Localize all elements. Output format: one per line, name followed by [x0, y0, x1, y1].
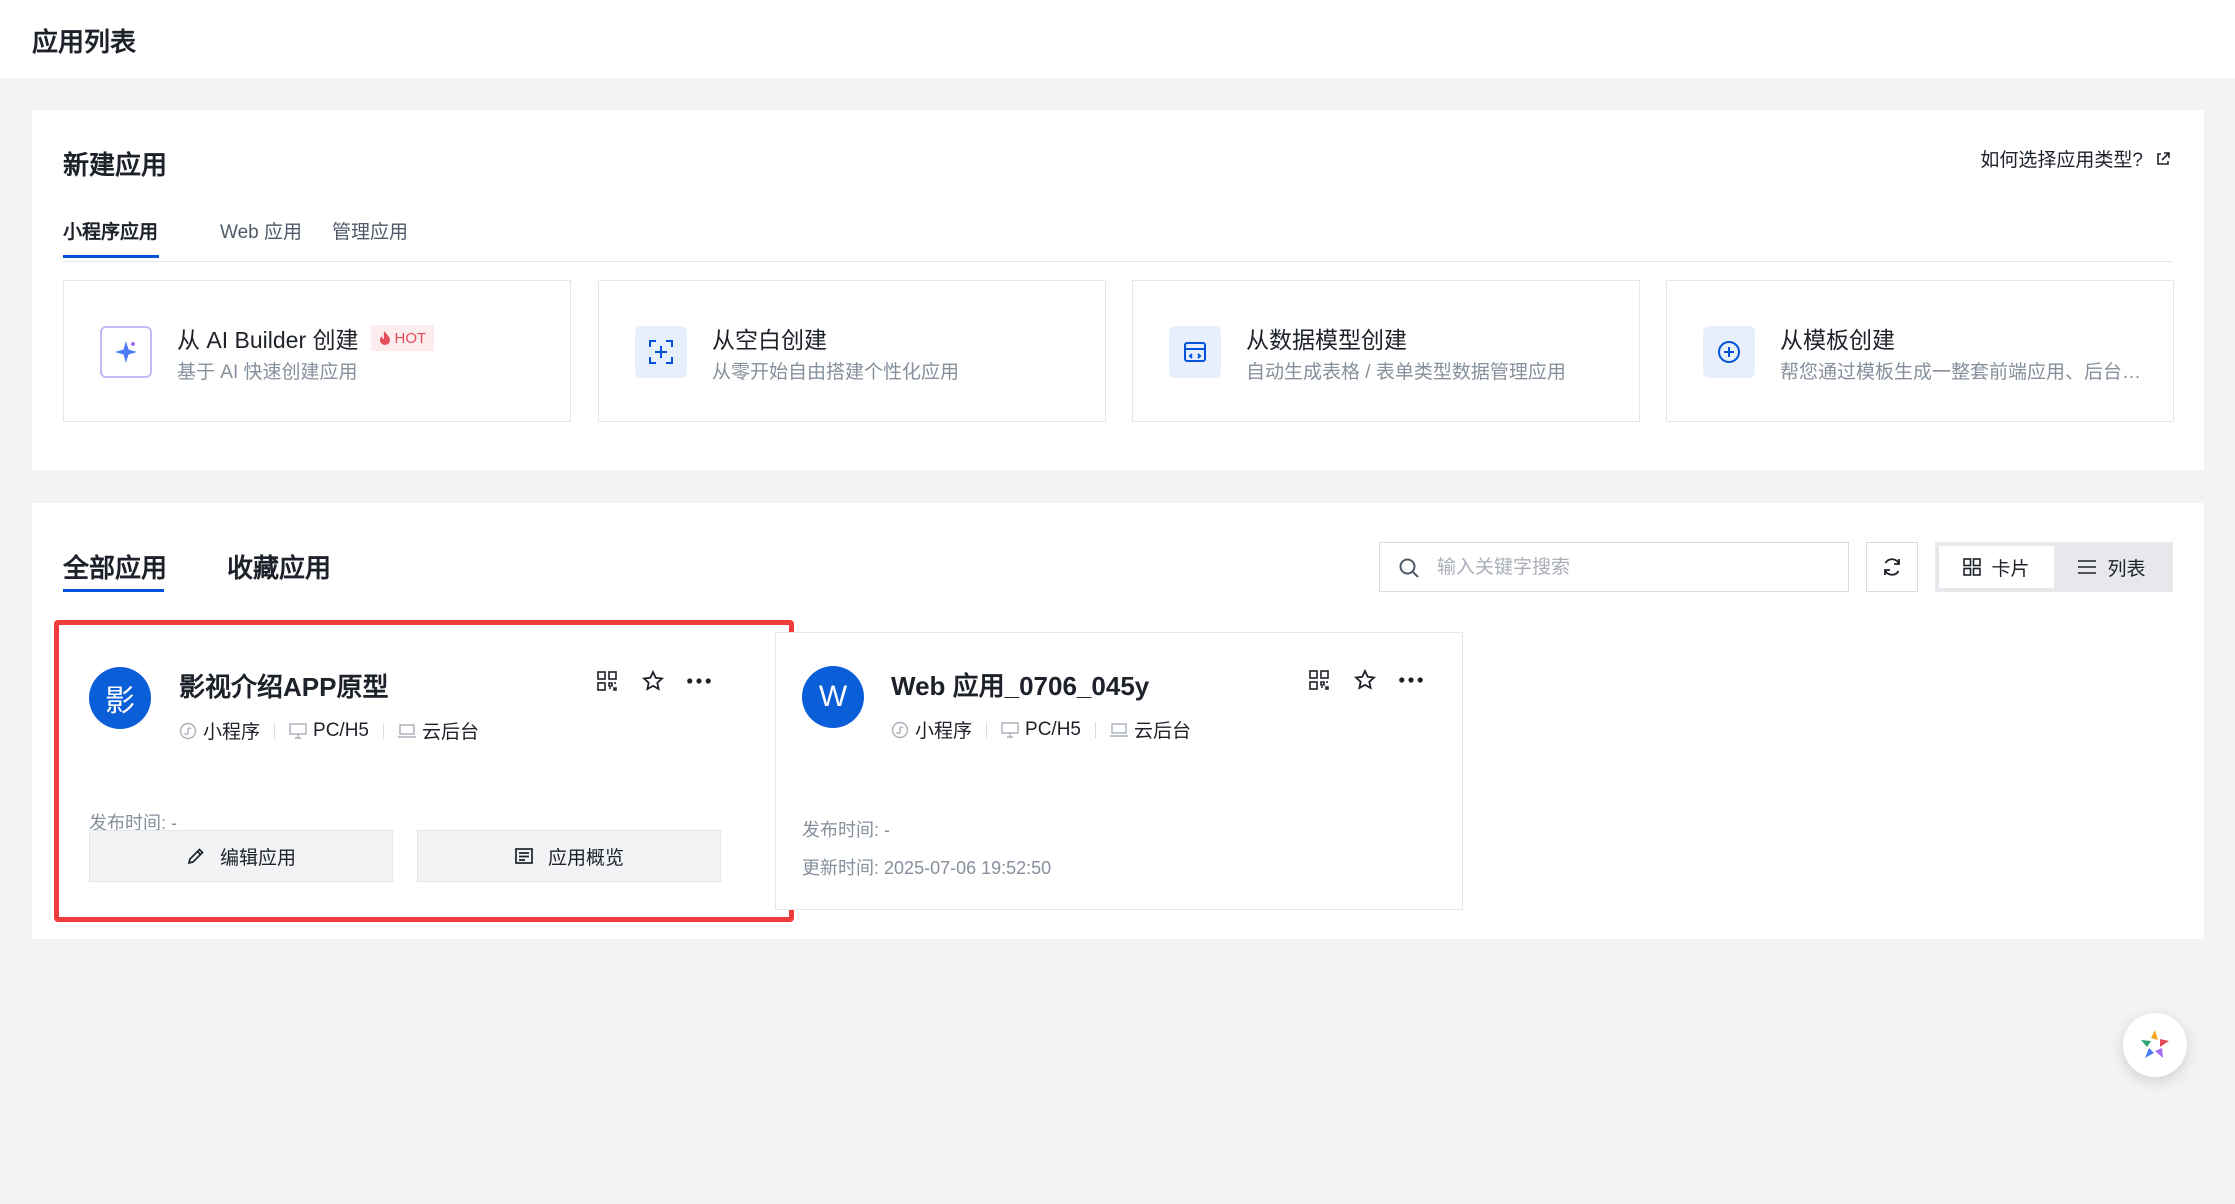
assistant-float-button[interactable] — [2123, 1013, 2187, 1077]
platform-cloud-admin: 云后台 — [397, 717, 479, 744]
tab-web-app[interactable]: Web 应用 — [220, 217, 302, 244]
app-name[interactable]: 影视介绍APP原型 — [179, 667, 388, 704]
publish-time: 发布时间: - — [802, 820, 891, 840]
more-icon[interactable] — [687, 669, 711, 693]
avatar: W — [802, 666, 864, 728]
external-link-icon — [2157, 151, 2170, 165]
assistant-logo-icon — [2141, 1030, 2169, 1058]
new-app-title: 新建应用 — [63, 150, 168, 180]
miniprogram-icon — [891, 721, 909, 738]
grid-icon — [1963, 558, 1982, 576]
app-overview-button[interactable]: 应用概览 — [417, 830, 721, 882]
monitor-icon — [289, 722, 307, 739]
create-option-desc: 帮您通过模板生成一整套前端应用、后台管理应用 — [1780, 362, 2150, 383]
create-option-title: 从模板创建 — [1780, 327, 1895, 353]
create-from-model-card[interactable]: 从数据模型创建 自动生成表格 / 表单类型数据管理应用 — [1132, 280, 1640, 422]
app-name[interactable]: Web 应用_0706_045y — [891, 666, 1149, 703]
more-icon[interactable] — [1399, 668, 1423, 692]
help-link[interactable]: 如何选择应用类型? — [1980, 145, 2171, 172]
avatar: 影 — [89, 667, 151, 729]
view-toggle: 卡片 列表 — [1935, 542, 2173, 592]
platform-pc-h5: PC/H5 — [289, 720, 369, 742]
laptop-icon — [397, 723, 416, 738]
create-from-template-card[interactable]: 从模板创建 帮您通过模板生成一整套前端应用、后台管理应用 — [1666, 280, 2174, 422]
app-card[interactable]: 影 影视介绍APP原型 小程序 PC/H5 云后台 发布时间: - 编辑应用 应… — [54, 620, 794, 922]
search-box — [1379, 542, 1849, 592]
star-icon[interactable] — [641, 669, 665, 693]
create-option-title: 从 AI Builder 创建 — [177, 327, 359, 353]
create-option-title: 从数据模型创建 — [1246, 327, 1407, 353]
platform-miniprogram: 小程序 — [891, 716, 972, 743]
platform-tags: 小程序 PC/H5 云后台 — [891, 716, 1191, 743]
hot-badge: HOT — [370, 325, 435, 351]
create-option-desc: 基于 AI 快速创建应用 — [177, 362, 358, 383]
fire-icon — [379, 331, 390, 345]
platform-pc-h5: PC/H5 — [1001, 719, 1081, 741]
create-blank-card[interactable]: 从空白创建 从零开始自由搭建个性化应用 — [598, 280, 1106, 422]
refresh-button[interactable] — [1866, 542, 1918, 592]
edit-icon — [187, 848, 204, 865]
app-type-tabs: 小程序应用 Web 应用 管理应用 — [63, 203, 2173, 262]
laptop-icon — [1109, 722, 1128, 737]
card-view-button[interactable]: 卡片 — [1939, 546, 2054, 588]
monitor-icon — [1001, 721, 1019, 738]
update-time: 更新时间: 2025-07-06 19:52:50 — [802, 858, 1052, 878]
star-icon[interactable] — [1353, 668, 1377, 692]
top-bar: 应用列表 — [0, 0, 2235, 78]
overview-icon — [515, 848, 533, 864]
qrcode-icon[interactable] — [1307, 668, 1331, 692]
create-option-desc: 自动生成表格 / 表单类型数据管理应用 — [1246, 362, 1566, 383]
list-tab-underline — [63, 589, 164, 592]
tab-underline — [63, 255, 159, 258]
platform-tags: 小程序 PC/H5 云后台 — [179, 717, 479, 744]
tab-favorite-apps[interactable]: 收藏应用 — [227, 548, 331, 585]
list-view-button[interactable]: 列表 — [2054, 546, 2169, 588]
list-icon — [2078, 560, 2097, 574]
data-model-icon — [1169, 326, 1221, 378]
platform-miniprogram: 小程序 — [179, 717, 260, 744]
platform-cloud-admin: 云后台 — [1109, 716, 1191, 743]
qrcode-icon[interactable] — [595, 669, 619, 693]
create-from-ai-card[interactable]: 从 AI Builder 创建 HOT 基于 AI 快速创建应用 — [63, 280, 571, 422]
tab-admin-app[interactable]: 管理应用 — [332, 217, 408, 244]
tab-miniprogram[interactable]: 小程序应用 — [63, 217, 158, 244]
create-option-title: 从空白创建 — [712, 327, 827, 353]
search-icon — [1399, 558, 1419, 578]
ai-sparkle-icon — [100, 326, 152, 378]
help-link-label: 如何选择应用类型? — [1980, 150, 2143, 171]
refresh-icon — [1884, 558, 1900, 576]
page-title: 应用列表 — [32, 27, 137, 57]
new-app-panel: 新建应用 如何选择应用类型? 小程序应用 Web 应用 管理应用 从 AI Bu… — [32, 110, 2204, 470]
app-card[interactable]: W Web 应用_0706_045y 小程序 PC/H5 云后台 发布时间: -… — [775, 632, 1463, 910]
edit-app-button[interactable]: 编辑应用 — [89, 830, 393, 882]
app-list-panel: 全部应用 收藏应用 卡片 列表 影 影视介绍APP原型 小程序 PC/H5 — [32, 503, 2204, 939]
create-option-desc: 从零开始自由搭建个性化应用 — [712, 362, 960, 383]
template-add-icon — [1703, 326, 1755, 378]
miniprogram-icon — [179, 722, 197, 739]
tab-all-apps[interactable]: 全部应用 — [63, 548, 167, 585]
blank-add-icon — [635, 326, 687, 378]
search-input[interactable] — [1435, 551, 1839, 585]
